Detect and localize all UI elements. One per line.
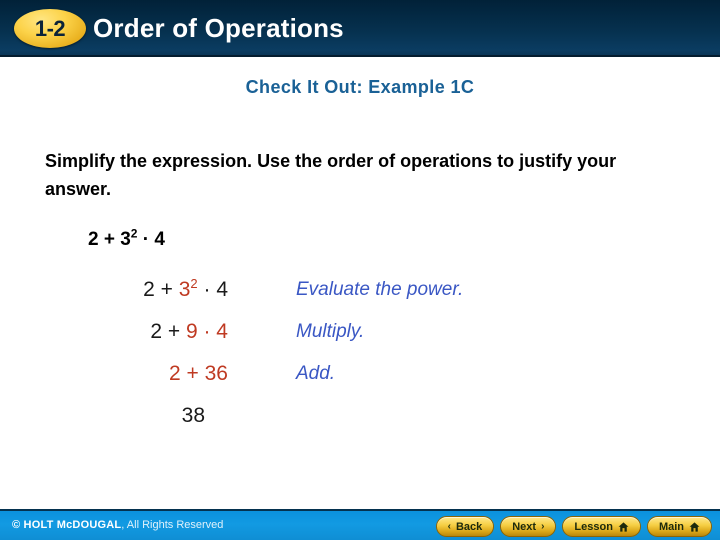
navigation-bar: ‹ Back Next › Lesson Main	[435, 516, 712, 537]
step-row: 2 + 36 Add.	[0, 359, 720, 401]
slide-header: 1-2 Order of Operations	[0, 0, 720, 57]
page-title: Order of Operations	[93, 13, 344, 43]
back-button[interactable]: ‹ Back	[435, 516, 495, 537]
step-expression: 2 + 32 · 4	[0, 275, 228, 305]
step-plain-prefix: 2 +	[150, 320, 186, 343]
step-note: Evaluate the power.	[296, 279, 464, 300]
answer-row: 38	[0, 401, 720, 441]
lesson-number-label: 1-2	[34, 15, 66, 41]
step-expression: 2 + 36	[0, 359, 228, 389]
main-expression-base: 2 + 3	[88, 229, 131, 250]
lesson-button[interactable]: Lesson	[562, 516, 641, 537]
step-note: Multiply.	[296, 321, 365, 342]
chevron-right-icon: ›	[541, 521, 545, 532]
final-answer: 38	[181, 404, 205, 427]
step-expression: 2 + 9 · 4	[0, 317, 228, 347]
step-row: 2 + 32 · 4 Evaluate the power.	[0, 275, 720, 317]
next-button[interactable]: Next ›	[500, 516, 557, 537]
back-button-label: Back	[455, 520, 483, 533]
step-highlight: 2 + 36	[169, 362, 228, 385]
next-button-label: Next	[512, 520, 537, 533]
step-note: Add.	[296, 363, 336, 384]
main-expression-tail: · 4	[137, 229, 165, 250]
main-button-label: Main	[658, 520, 684, 533]
copyright-strong: © HOLT McDOUGAL	[12, 519, 122, 531]
step-row: 2 + 9 · 4 Multiply.	[0, 317, 720, 359]
slide: 1-2 Order of Operations Check It Out: Ex…	[0, 0, 720, 540]
main-expression: 2 + 32 · 4	[88, 228, 165, 251]
step-highlight: 3	[178, 278, 191, 301]
example-heading: Check It Out: Example 1C	[245, 77, 475, 97]
step-plain-suffix: · 4	[197, 278, 228, 301]
solution-steps: 2 + 32 · 4 Evaluate the power. 2 + 9 · 4…	[0, 275, 720, 441]
home-icon	[618, 521, 629, 532]
copyright-light: , All Rights Reserved	[121, 519, 224, 531]
lesson-number-badge: 1-2	[14, 9, 86, 48]
slide-body: Check It Out: Example 1C Simplify the ex…	[0, 57, 720, 509]
lesson-button-label: Lesson	[574, 520, 613, 533]
copyright-notice: © HOLT McDOUGAL, All Rights Reserved	[12, 519, 223, 531]
slide-footer: © HOLT McDOUGAL, All Rights Reserved ‹ B…	[0, 509, 720, 540]
step-highlight-exponent: 2	[190, 276, 198, 291]
step-plain-prefix: 2 +	[143, 278, 179, 301]
chevron-left-icon: ‹	[447, 521, 451, 532]
step-highlight: 9 · 4	[185, 320, 228, 343]
main-button[interactable]: Main	[646, 516, 712, 537]
home-icon	[689, 521, 700, 532]
problem-prompt: Simplify the expression. Use the order o…	[45, 151, 617, 199]
